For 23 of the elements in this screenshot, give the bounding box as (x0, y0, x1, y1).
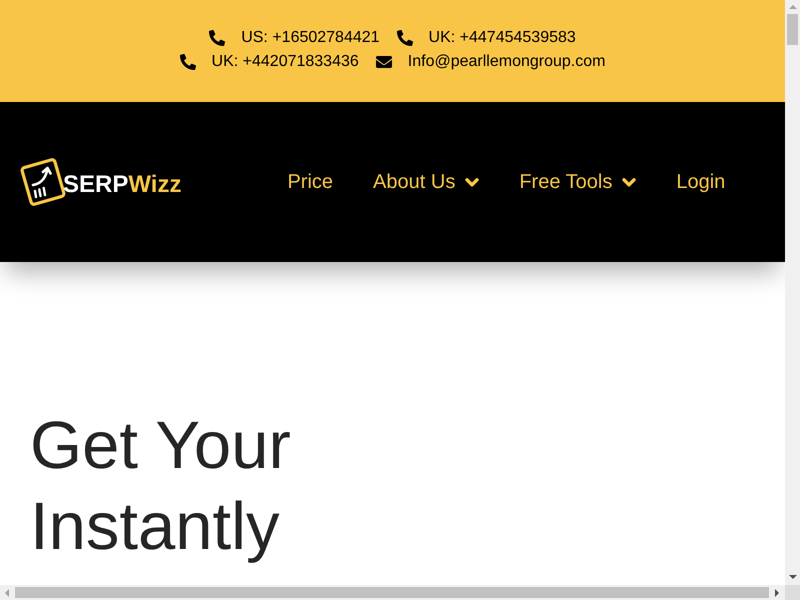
scroll-down-arrow-icon[interactable] (788, 575, 796, 579)
envelope-icon (376, 56, 392, 68)
vertical-scrollbar[interactable] (785, 0, 800, 585)
phone-icon (209, 30, 226, 46)
scroll-left-arrow-icon[interactable] (5, 588, 9, 596)
phone-icon (396, 30, 413, 46)
nav-link[interactable]: Price (267, 170, 354, 194)
phone-icon (180, 54, 196, 70)
scrollbar-thumb[interactable] (787, 14, 798, 45)
scroll-up-arrow-icon[interactable] (788, 5, 796, 9)
scrollbar-thumb[interactable] (15, 587, 769, 598)
hero-heading: Get Your Instantly (30, 407, 292, 566)
phone-number[interactable]: UK: +447454539583 (428, 28, 576, 48)
scroll-right-arrow-icon[interactable] (775, 588, 779, 596)
nav-link[interactable]: About Us (353, 170, 500, 194)
phone-number[interactable]: US: +16502784421 (241, 28, 380, 48)
horizontal-scrollbar[interactable] (0, 585, 785, 600)
logo-text[interactable]: SERPWizz (63, 170, 182, 200)
scrollbar-corner (785, 585, 800, 600)
nav-link[interactable]: Login (656, 170, 746, 194)
phone-number[interactable]: UK: +442071833436 (212, 52, 359, 72)
nav-link[interactable]: Free Tools (499, 170, 656, 194)
email-address[interactable]: Info@pearllemongroup.com (408, 52, 606, 72)
